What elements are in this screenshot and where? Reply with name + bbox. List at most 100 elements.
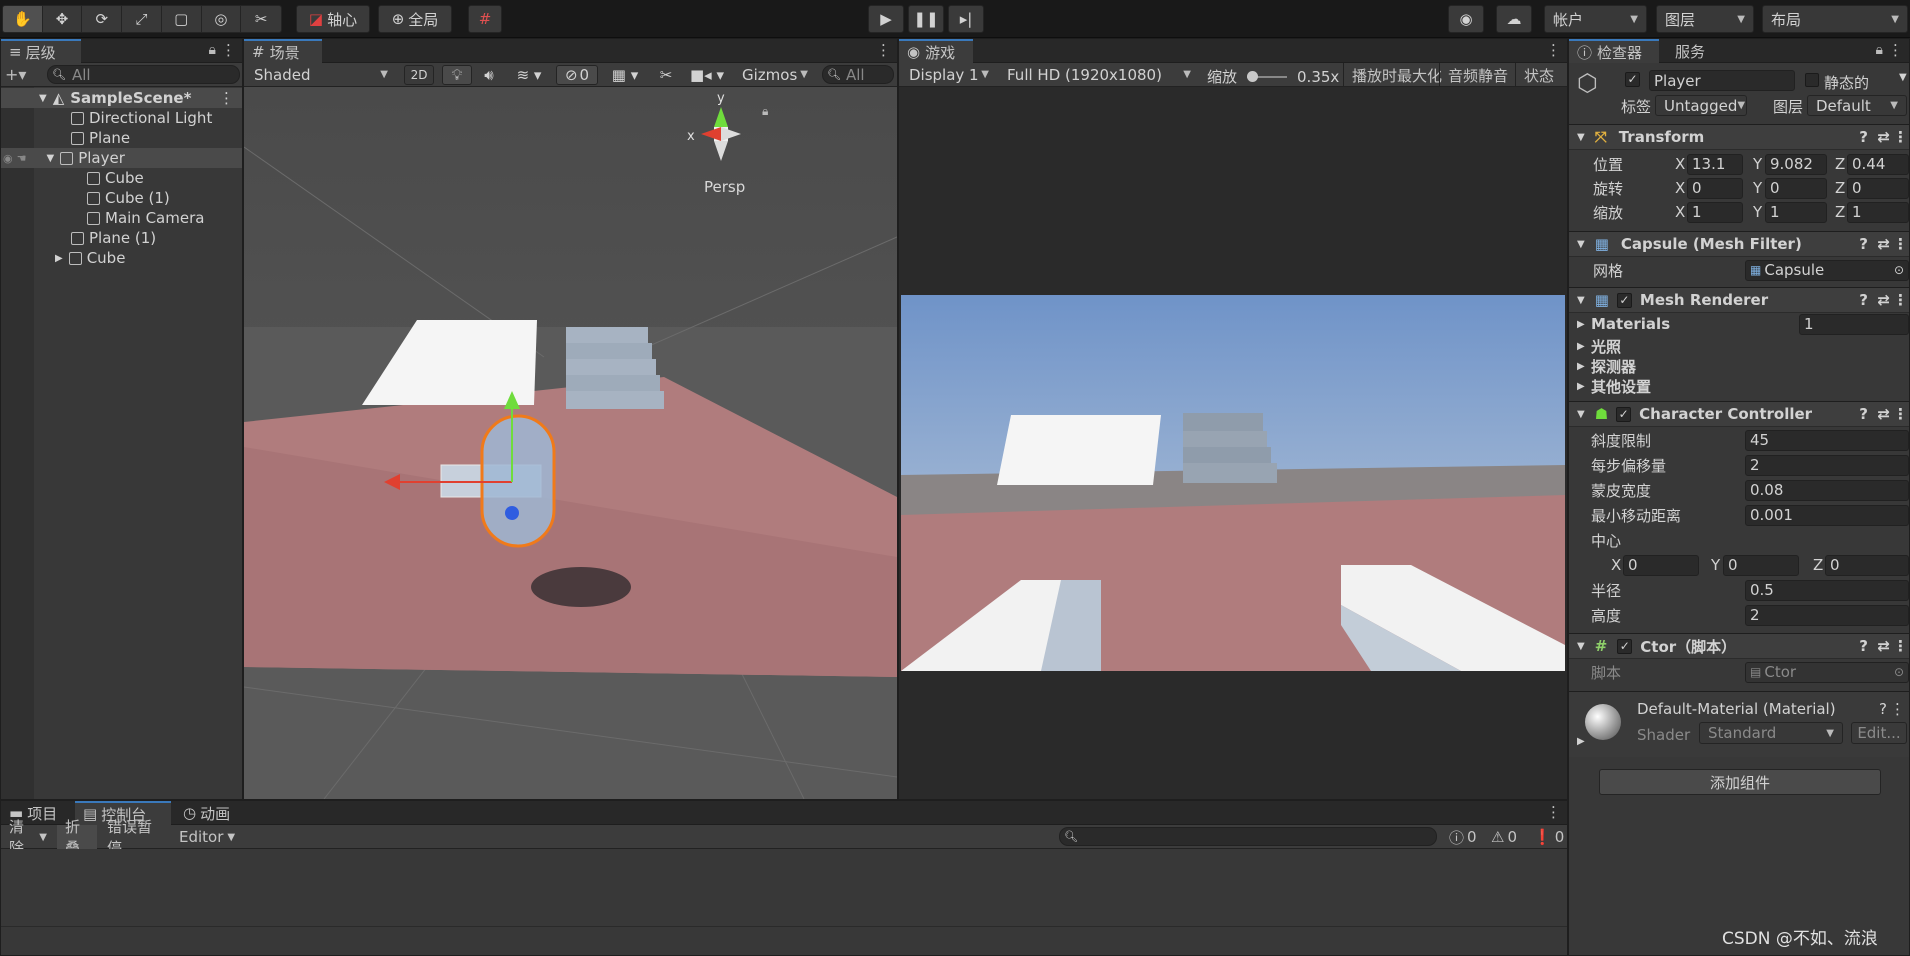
shader-dropdown[interactable]: Standard ▼ <box>1699 722 1843 744</box>
rotation-y-field[interactable]: 0 <box>1765 177 1827 199</box>
more-options-icon[interactable]: ⋮ <box>1893 128 1908 146</box>
position-y-field[interactable]: 9.082 <box>1765 153 1827 175</box>
preset-icon[interactable]: ⇄ <box>1877 291 1890 309</box>
game-view[interactable] <box>901 295 1565 671</box>
edit-shader-button[interactable]: Edit... <box>1851 722 1907 744</box>
lock-icon[interactable]: 🔒︎ <box>209 42 216 58</box>
mesh-filter-header[interactable]: ▼ ▦ Capsule (Mesh Filter) ? ⇄ ⋮ <box>1569 231 1909 257</box>
other-settings-foldout[interactable]: ▶ 其他设置 <box>1569 375 1909 397</box>
tab-inspector[interactable]: ⓘ 检查器 <box>1569 39 1659 63</box>
expand-arrow-icon[interactable]: ▼ <box>46 153 54 164</box>
gizmo-z-handle[interactable] <box>505 506 519 520</box>
visibility-eye-icon[interactable]: ◉ <box>3 152 13 165</box>
component-enabled-checkbox[interactable]: ✓ <box>1616 292 1632 308</box>
effects-dropdown[interactable]: ≋ ▾ <box>506 65 552 85</box>
more-options-icon[interactable]: ⋮ <box>1893 235 1908 253</box>
static-dropdown-arrow-icon[interactable]: ▼ <box>1899 72 1907 83</box>
list-item[interactable]: Cube (1) <box>1 188 241 208</box>
scale-tool-icon[interactable]: ⤢ <box>122 6 162 32</box>
scale-x-field[interactable]: 1 <box>1687 201 1743 223</box>
audio-toggle-button[interactable]: 🔊︎ <box>476 65 502 85</box>
step-button[interactable]: ▸| <box>948 5 984 33</box>
more-options-icon[interactable]: ⋮ <box>1546 41 1561 59</box>
projection-label[interactable]: Persp <box>704 178 745 196</box>
lock-icon[interactable]: 🔒︎ <box>1876 42 1883 58</box>
probes-foldout[interactable]: ▶ 探测器 <box>1569 355 1909 377</box>
expand-arrow-icon[interactable]: ▶ <box>1577 341 1585 352</box>
2d-toggle-button[interactable]: 2D <box>404 65 434 85</box>
center-y-field[interactable]: 0 <box>1723 554 1799 576</box>
position-z-field[interactable]: 0.44 <box>1847 153 1909 175</box>
position-x-field[interactable]: 13.1 <box>1687 153 1743 175</box>
tag-dropdown[interactable]: Untagged ▼ <box>1655 95 1747 116</box>
collab-button[interactable]: ◉ <box>1448 5 1484 33</box>
account-dropdown[interactable]: 帐户 ▼ <box>1544 5 1647 33</box>
more-options-icon[interactable]: ⋮ <box>1890 700 1905 718</box>
collapse-arrow-icon[interactable]: ▼ <box>1577 641 1585 652</box>
layer-dropdown[interactable]: Default ▼ <box>1807 95 1907 116</box>
grid-snap-button[interactable]: # <box>468 5 502 33</box>
rotation-x-field[interactable]: 0 <box>1687 177 1743 199</box>
add-component-button[interactable]: 添加组件 <box>1599 769 1881 795</box>
warning-filter-toggle[interactable]: ⚠ 0 <box>1483 825 1523 849</box>
mute-audio-toggle[interactable]: 音频静音 <box>1439 63 1516 87</box>
height-field[interactable]: 2 <box>1745 604 1909 626</box>
gizmo-lock-icon[interactable]: 🔒︎ <box>762 104 768 118</box>
component-enabled-checkbox[interactable]: ✓ <box>1616 406 1632 422</box>
preset-icon[interactable]: ⇄ <box>1877 405 1890 423</box>
help-icon[interactable]: ? <box>1859 235 1868 253</box>
slope-limit-field[interactable]: 45 <box>1745 429 1909 451</box>
pivot-toggle-button[interactable]: ◪ 轴心 <box>296 5 370 33</box>
rect-tool-icon[interactable]: ▢ <box>161 6 202 32</box>
help-icon[interactable]: ? <box>1859 128 1868 146</box>
collapse-arrow-icon[interactable]: ▼ <box>1577 239 1585 250</box>
clear-button[interactable]: 清除 ▼ <box>1 818 55 857</box>
object-name-field[interactable]: Player <box>1649 70 1795 91</box>
list-item[interactable]: Main Camera <box>1 208 241 228</box>
more-options-icon[interactable]: ⋮ <box>1893 637 1908 655</box>
scene-root-row[interactable]: ▼ ◭ SampleScene* ⋮ <box>1 88 242 108</box>
display-dropdown[interactable]: Display 1 ▼ <box>901 64 997 85</box>
help-icon[interactable]: ? <box>1859 405 1868 423</box>
scale-slider[interactable] <box>1247 70 1288 82</box>
preset-icon[interactable]: ⇄ <box>1877 637 1890 655</box>
add-icon[interactable]: +▾ <box>5 65 26 84</box>
preset-icon[interactable]: ⇄ <box>1877 235 1890 253</box>
tab-animation[interactable]: ◷ 动画 <box>175 801 245 825</box>
error-pause-toggle[interactable]: 错误暂停 <box>99 818 169 857</box>
mesh-renderer-header[interactable]: ▼ ▦ ✓ Mesh Renderer ? ⇄ ⋮ <box>1569 287 1909 313</box>
transform-tool-icon[interactable]: ◎ <box>201 6 242 32</box>
scene-viewport[interactable]: y x 🔒︎ Persp <box>244 87 897 799</box>
editor-dropdown[interactable]: Editor ▼ <box>171 825 237 849</box>
pickable-hand-icon[interactable]: ☚ <box>17 152 27 165</box>
list-item[interactable]: Plane (1) <box>1 228 241 248</box>
list-item[interactable]: Directional Light <box>1 108 241 128</box>
help-icon[interactable]: ? <box>1859 291 1868 309</box>
collapse-arrow-icon[interactable]: ▼ <box>1577 409 1585 420</box>
expand-arrow-icon[interactable]: ▶ <box>1577 361 1585 372</box>
tab-hierarchy[interactable]: ≡ 层级 <box>1 39 81 63</box>
rotate-tool-icon[interactable]: ⟳ <box>82 6 123 32</box>
pause-button[interactable]: ❚❚ <box>908 5 944 33</box>
resolution-dropdown[interactable]: Full HD (1920x1080) ▼ <box>999 64 1199 85</box>
min-move-distance-field[interactable]: 0.001 <box>1745 504 1909 526</box>
active-checkbox[interactable]: ✓ <box>1625 72 1640 87</box>
maximize-on-play-toggle[interactable]: 播放时最大化 <box>1343 63 1450 87</box>
layers-dropdown[interactable]: 图层 ▼ <box>1656 5 1754 33</box>
log-filter-toggle[interactable]: ⓘ 0 <box>1441 825 1481 849</box>
transform-header[interactable]: ▼ ⤧ Transform ? ⇄ ⋮ <box>1569 124 1909 150</box>
gizmos-dropdown[interactable]: Gizmos ▼ <box>734 64 816 85</box>
lighting-toggle-button[interactable]: 💡︎ <box>442 65 472 85</box>
help-icon[interactable]: ? <box>1859 637 1868 655</box>
hierarchy-search-input[interactable]: 🔍︎ All <box>47 65 240 84</box>
more-options-icon[interactable]: ⋮ <box>1546 803 1561 821</box>
tab-scene[interactable]: # 场景 <box>244 39 322 63</box>
layout-dropdown[interactable]: 布局 ▼ <box>1762 5 1908 33</box>
more-options-icon[interactable]: ⋮ <box>1888 41 1903 59</box>
expand-arrow-icon[interactable]: ▶ <box>1577 319 1585 330</box>
expand-arrow-icon[interactable]: ▶ <box>1577 736 1585 747</box>
object-picker-icon[interactable]: ⊙ <box>1894 263 1904 277</box>
character-controller-header[interactable]: ▼ ☗ ✓ Character Controller ? ⇄ ⋮ <box>1569 401 1909 427</box>
scene-search-input[interactable]: 🔍︎ All <box>822 65 894 84</box>
cloud-button[interactable]: ☁ <box>1496 5 1532 33</box>
